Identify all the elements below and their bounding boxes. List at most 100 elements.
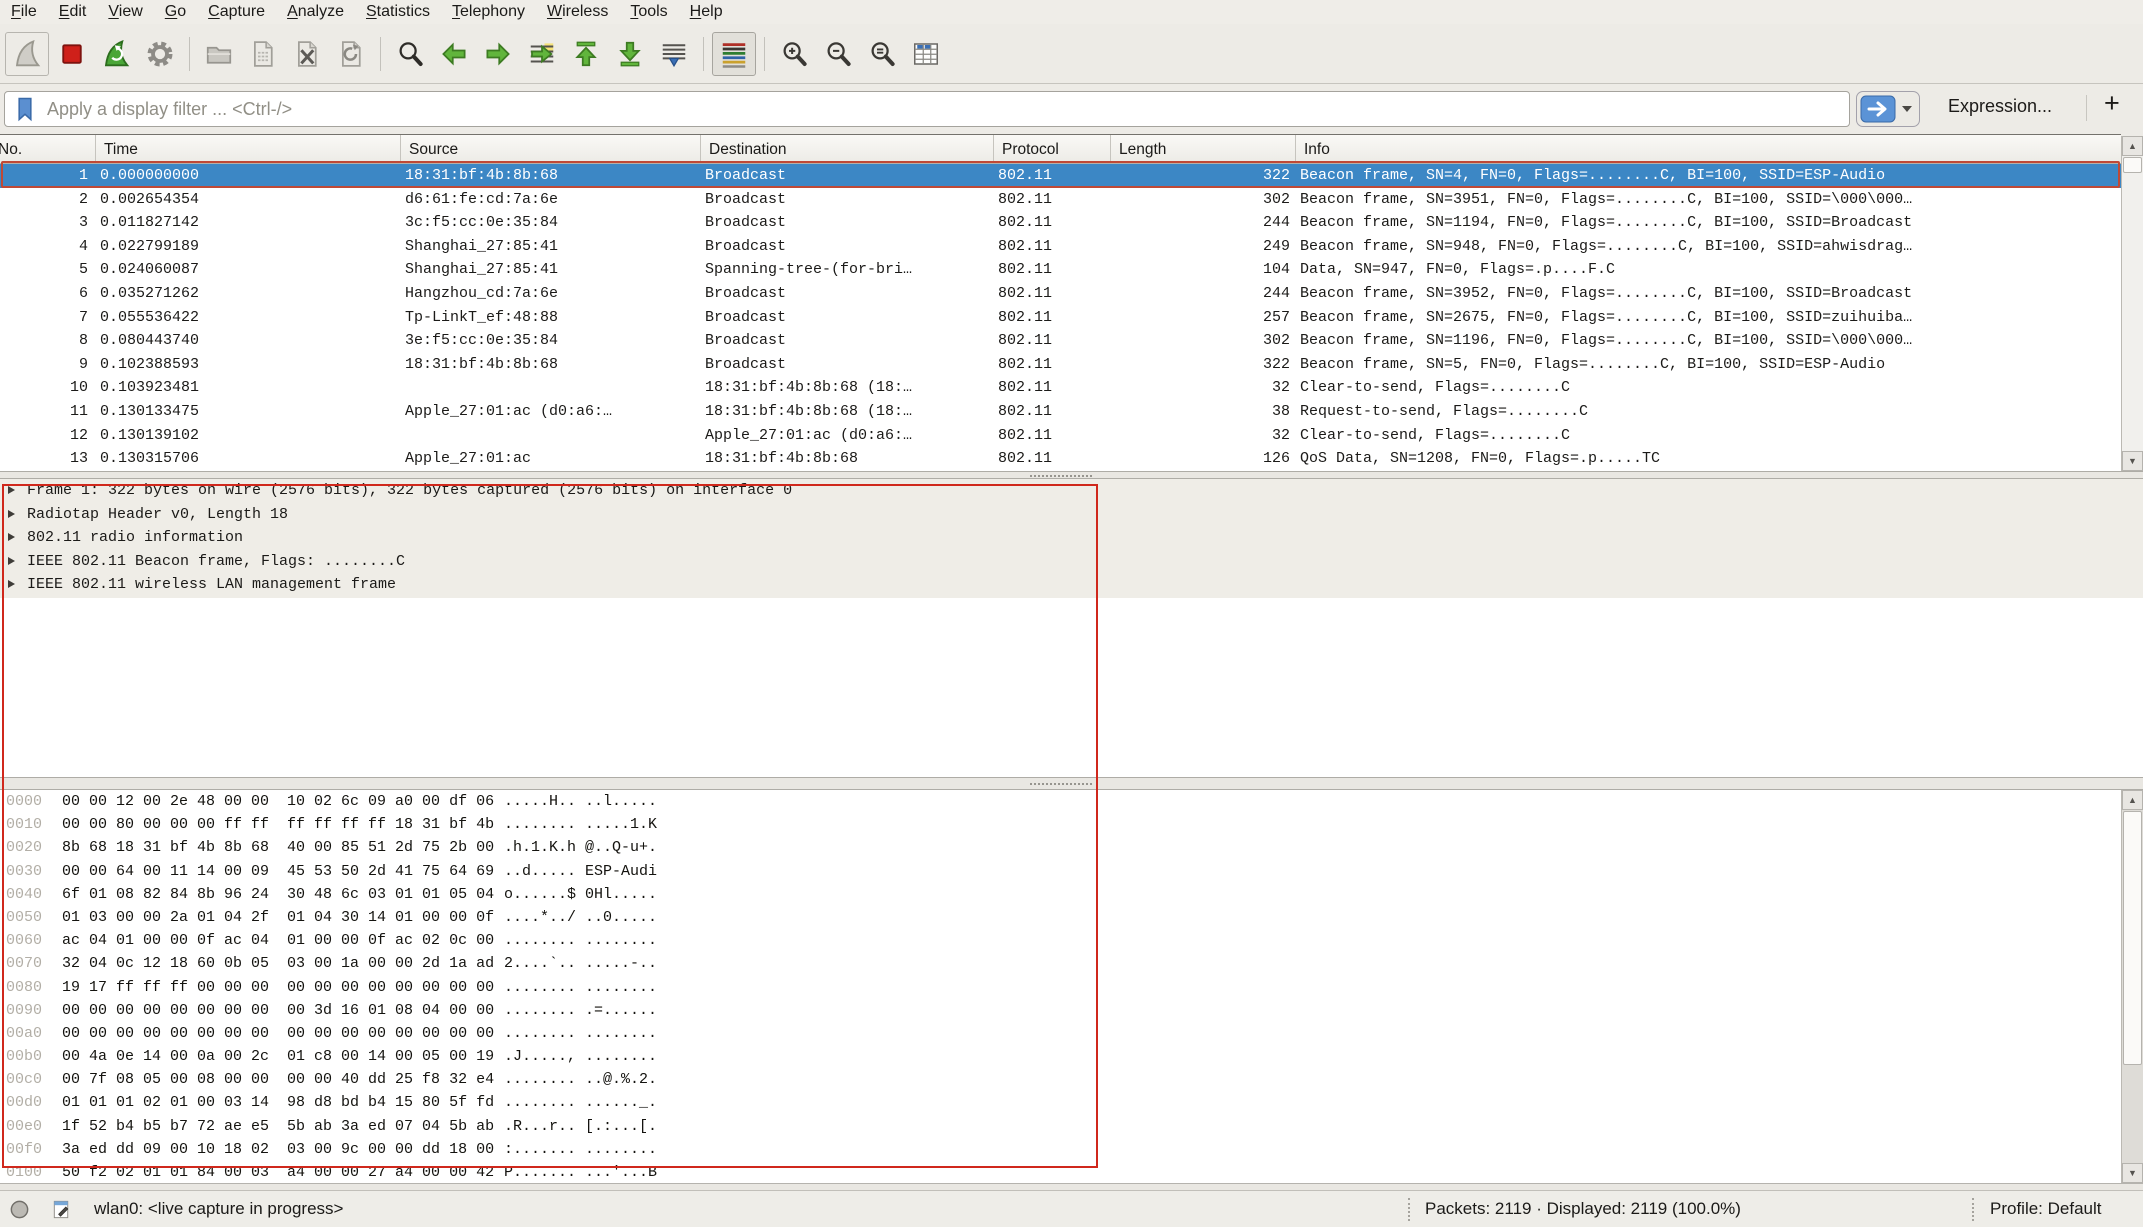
column-header-length[interactable]: Length [1110,135,1295,164]
pane-divider-upper[interactable] [0,471,2143,479]
filter-dropdown-caret-icon[interactable] [1902,106,1912,112]
packet-row[interactable]: 50.024060087Shanghai_27:85:41Spanning-tr… [0,258,2121,282]
packet-row[interactable]: 20.002654354d6:61:fe:cd:7a:6eBroadcast80… [0,188,2121,212]
hex-row[interactable]: 00f03a ed dd 09 00 10 18 02 03 00 9c 00 … [0,1138,2121,1161]
packet-row[interactable]: 10.00000000018:31:bf:4b:8b:68Broadcast80… [0,164,2121,188]
hex-bytes[interactable]: 00 00 64 00 11 14 00 09 45 53 50 2d 41 7… [62,860,494,883]
menu-item-statistics[interactable]: Statistics [355,0,441,24]
hex-ascii[interactable]: ........ .....1.K [504,813,657,836]
display-filter-input[interactable] [39,98,1849,121]
display-filter-box[interactable] [4,91,1850,127]
packet-row[interactable]: 70.055536422Tp-LinkT_ef:48:88Broadcast80… [0,306,2121,330]
divider-grip[interactable] [1030,783,1092,785]
apply-filter-button[interactable] [1860,95,1896,123]
hex-row[interactable]: 005001 03 00 00 2a 01 04 2f 01 04 30 14 … [0,906,2121,929]
hex-bytes[interactable]: 00 00 00 00 00 00 00 00 00 00 00 00 00 0… [62,1022,494,1045]
menu-item-view[interactable]: View [97,0,153,24]
expander-triangle-icon[interactable] [8,557,15,565]
hex-row[interactable]: 003000 00 64 00 11 14 00 09 45 53 50 2d … [0,860,2121,883]
menu-item-capture[interactable]: Capture [197,0,276,24]
packet-row[interactable]: 110.130133475Apple_27:01:ac (d0:a6:…18:3… [0,400,2121,424]
find-packet-button[interactable] [389,33,431,75]
go-back-button[interactable] [433,33,475,75]
hex-ascii[interactable]: P....... ...'...B [504,1161,657,1183]
scrollbar-thumb[interactable] [2123,811,2142,1065]
expander-triangle-icon[interactable] [8,486,15,494]
resize-columns-button[interactable] [905,33,947,75]
capture-comment-icon[interactable] [50,1198,73,1221]
hex-row[interactable]: 00b000 4a 0e 14 00 0a 00 2c 01 c8 00 14 … [0,1045,2121,1068]
hex-row[interactable]: 00c000 7f 08 05 00 08 00 00 00 00 40 dd … [0,1068,2121,1091]
column-header-protocol[interactable]: Protocol [993,135,1110,164]
hex-ascii[interactable]: ........ ..@.%.2. [504,1068,657,1091]
hex-ascii[interactable]: ........ ......_. [504,1091,657,1114]
packet-row[interactable]: 40.022799189Shanghai_27:85:41Broadcast80… [0,235,2121,259]
hex-ascii[interactable]: ........ ........ [504,929,657,952]
hex-row[interactable]: 001000 00 80 00 00 00 ff ff ff ff ff ff … [0,813,2121,836]
hex-bytes[interactable]: 6f 01 08 82 84 8b 96 24 30 48 6c 03 01 0… [62,883,494,906]
column-header-time[interactable]: Time [95,135,400,164]
expander-triangle-icon[interactable] [8,510,15,518]
expert-info-icon[interactable] [8,1198,31,1221]
hex-row[interactable]: 00d001 01 01 02 01 00 03 14 98 d8 bd b4 … [0,1091,2121,1114]
zoom-in-button[interactable] [773,33,815,75]
hex-ascii[interactable]: ....*../ ..0..... [504,906,657,929]
packet-list-scrollbar[interactable]: ▲ ▼ [2121,136,2143,471]
menu-item-edit[interactable]: Edit [48,0,98,24]
packet-bytes-scrollbar[interactable]: ▲ ▼ [2121,790,2143,1183]
hex-ascii[interactable]: ........ ........ [504,976,657,999]
hex-ascii[interactable]: ..d..... ESP-Audi [504,860,657,883]
hex-bytes[interactable]: 01 01 01 02 01 00 03 14 98 d8 bd b4 15 8… [62,1091,494,1114]
scrollbar-thumb[interactable] [2123,157,2142,173]
hex-ascii[interactable]: .J....., ........ [504,1045,657,1068]
hex-bytes[interactable]: 50 f2 02 01 01 84 00 03 a4 00 00 27 a4 0… [62,1161,494,1183]
add-filter-button[interactable]: + [2104,88,2120,119]
packet-row[interactable]: 90.10238859318:31:bf:4b:8b:68Broadcast80… [0,353,2121,377]
packet-row[interactable]: 30.0118271423c:f5:cc:0e:35:84Broadcast80… [0,211,2121,235]
column-header-info[interactable]: Info [1295,135,2121,164]
detail-row[interactable]: IEEE 802.11 wireless LAN management fram… [0,573,2143,597]
menu-item-analyze[interactable]: Analyze [276,0,355,24]
hex-bytes[interactable]: 00 4a 0e 14 00 0a 00 2c 01 c8 00 14 00 0… [62,1045,494,1068]
packet-row[interactable]: 120.130139102Apple_27:01:ac (d0:a6:…802.… [0,424,2121,448]
column-header-destination[interactable]: Destination [700,135,993,164]
menu-item-wireless[interactable]: Wireless [536,0,619,24]
hex-row[interactable]: 007032 04 0c 12 18 60 0b 05 03 00 1a 00 … [0,952,2121,975]
open-file-button[interactable] [198,33,240,75]
hex-row[interactable]: 00a000 00 00 00 00 00 00 00 00 00 00 00 … [0,1022,2121,1045]
hex-bytes[interactable]: 00 00 00 00 00 00 00 00 00 3d 16 01 08 0… [62,999,494,1022]
hex-ascii[interactable]: .....H.. ..l..... [504,790,657,813]
capture-options-button[interactable] [139,33,181,75]
scroll-up-icon[interactable]: ▲ [2122,136,2143,156]
menu-item-help[interactable]: Help [679,0,734,24]
divider-grip[interactable] [1030,475,1092,477]
close-file-button[interactable] [286,33,328,75]
scroll-up-icon[interactable]: ▲ [2122,790,2143,810]
packet-row[interactable]: 100.10392348118:31:bf:4b:8b:68 (18:…802.… [0,376,2121,400]
hex-ascii[interactable]: 2....`.. .....-.. [504,952,657,975]
detail-row[interactable]: Frame 1: 322 bytes on wire (2576 bits), … [0,479,2143,503]
reload-file-button[interactable] [330,33,372,75]
packet-row[interactable]: 130.130315706Apple_27:01:ac18:31:bf:4b:8… [0,447,2121,471]
hex-row[interactable]: 008019 17 ff ff ff 00 00 00 00 00 00 00 … [0,976,2121,999]
hex-bytes[interactable]: 00 00 80 00 00 00 ff ff ff ff ff ff 18 3… [62,813,494,836]
hex-bytes[interactable]: ac 04 01 00 00 0f ac 04 01 00 00 0f ac 0… [62,929,494,952]
hex-ascii[interactable]: ........ .=...... [504,999,657,1022]
hex-row[interactable]: 0060ac 04 01 00 00 0f ac 04 01 00 00 0f … [0,929,2121,952]
detail-row[interactable]: 802.11 radio information [0,526,2143,550]
hex-ascii[interactable]: :....... ........ [504,1138,657,1161]
scroll-down-icon[interactable]: ▼ [2122,451,2143,471]
menu-item-file[interactable]: File [0,0,48,24]
go-to-packet-button[interactable] [521,33,563,75]
hex-ascii[interactable]: ........ ........ [504,1022,657,1045]
save-file-button[interactable] [242,33,284,75]
scroll-down-icon[interactable]: ▼ [2122,1163,2143,1183]
restart-capture-button[interactable] [95,33,137,75]
expander-triangle-icon[interactable] [8,533,15,541]
zoom-out-button[interactable] [817,33,859,75]
colorize-button[interactable] [712,32,756,76]
packet-row[interactable]: 80.0804437403e:f5:cc:0e:35:84Broadcast80… [0,329,2121,353]
hex-row[interactable]: 00e01f 52 b4 b5 b7 72 ae e5 5b ab 3a ed … [0,1115,2121,1138]
column-header-source[interactable]: Source [400,135,700,164]
start-capture-button[interactable] [5,32,49,76]
